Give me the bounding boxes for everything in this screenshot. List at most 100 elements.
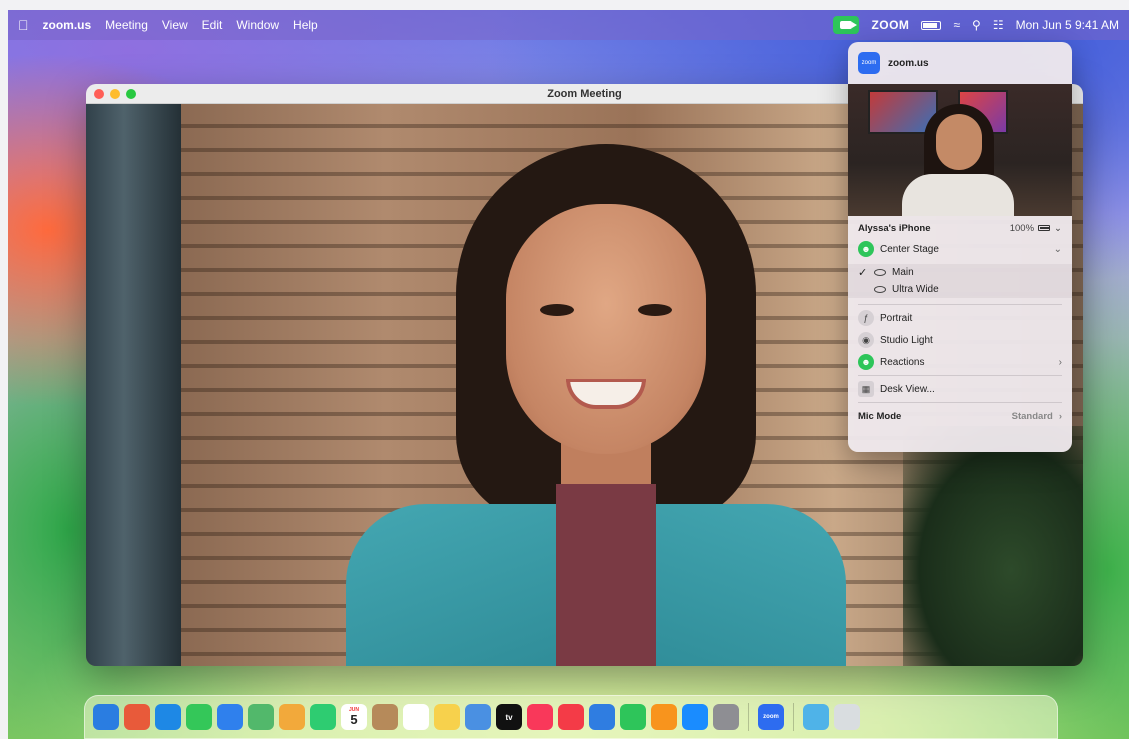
participant-smile xyxy=(566,379,646,409)
dock-news-icon[interactable] xyxy=(558,704,584,730)
chevron-down-icon[interactable]: ⌄ xyxy=(1054,223,1062,234)
lens-label-main: Main xyxy=(892,267,914,278)
menu-edit[interactable]: Edit xyxy=(202,18,223,32)
menu-divider xyxy=(858,402,1062,403)
participant-video xyxy=(326,144,866,666)
dock-app-store-icon[interactable] xyxy=(682,704,708,730)
desk-view-icon: ▦ xyxy=(858,381,874,397)
menu-bar-status-area: ZOOM ≈ ⚲ ☷ Mon Jun 5 9:41 AM xyxy=(833,16,1119,34)
spotlight-search-icon[interactable]: ⚲ xyxy=(972,18,981,32)
device-battery-icon xyxy=(1038,225,1051,231)
center-stage-icon: ☻ xyxy=(858,241,874,257)
chevron-right-icon[interactable]: › xyxy=(1059,357,1062,368)
apple-icon[interactable]:  xyxy=(18,17,29,33)
panel-app-name: zoom.us xyxy=(888,57,929,69)
device-status: 100% ⌄ xyxy=(1010,223,1062,234)
close-button[interactable] xyxy=(94,88,104,99)
dock-facetime-icon[interactable] xyxy=(310,704,336,730)
chevron-right-icon[interactable]: › xyxy=(1059,411,1062,422)
lens-option-main[interactable]: ✓ Main xyxy=(848,264,1072,281)
background-curtain xyxy=(86,104,181,666)
mic-mode-value: Standard › xyxy=(1012,411,1062,422)
fullscreen-button[interactable] xyxy=(126,88,136,99)
desk-view-label: Desk View... xyxy=(880,383,935,395)
camera-in-use-icon[interactable] xyxy=(833,16,860,34)
menu-app-name[interactable]: zoom.us xyxy=(43,18,92,32)
window-controls xyxy=(94,88,136,99)
device-row[interactable]: Alyssa's iPhone 100% ⌄ xyxy=(848,218,1072,238)
lens-icon xyxy=(874,286,886,293)
portrait-row[interactable]: ƒ Portrait xyxy=(848,307,1072,329)
dock-pages-icon[interactable] xyxy=(651,704,677,730)
zoom-status-item[interactable]: ZOOM xyxy=(871,18,909,32)
participant-eye-right xyxy=(638,304,672,316)
desk-view-row[interactable]: ▦ Desk View... xyxy=(848,378,1072,400)
dock-maps-icon[interactable] xyxy=(248,704,274,730)
dock-trash-icon[interactable] xyxy=(834,704,860,730)
dock-notes-icon[interactable] xyxy=(434,704,460,730)
device-battery-percent: 100% xyxy=(1009,222,1035,234)
dock-finder-icon[interactable] xyxy=(93,704,119,730)
participant-jacket-left xyxy=(346,504,586,666)
studio-light-label: Studio Light xyxy=(880,334,933,346)
dock-tv-icon[interactable]: tv xyxy=(496,704,522,730)
video-effects-menu: zoom zoom.us Alyssa's iPhone 100% ⌄ ☻ Ce… xyxy=(848,42,1072,452)
dock-separator xyxy=(793,703,794,731)
zoom-dock-label: zoom xyxy=(763,714,779,720)
mic-mode-row[interactable]: Mic Mode Standard › xyxy=(848,405,1072,427)
menu-view[interactable]: View xyxy=(162,18,188,32)
dock-numbers-icon[interactable] xyxy=(620,704,646,730)
menu-divider xyxy=(858,375,1062,376)
studio-light-icon: ◉ xyxy=(858,332,874,348)
wifi-icon[interactable]: ≈ xyxy=(953,18,960,32)
tv-label: tv xyxy=(505,712,513,722)
dock-calendar-icon[interactable]: JUN 5 xyxy=(341,704,367,730)
menu-bar:  zoom.us Meeting View Edit Window Help … xyxy=(8,10,1129,40)
checkmark-icon: ✓ xyxy=(858,267,868,279)
background-plant xyxy=(903,426,1083,666)
preview-person-body xyxy=(902,174,1014,216)
camera-preview xyxy=(848,84,1072,216)
zoom-app-icon: zoom xyxy=(858,52,880,74)
dock-system-settings-icon[interactable] xyxy=(713,704,739,730)
device-name: Alyssa's iPhone xyxy=(858,222,931,234)
dock-messages-icon[interactable] xyxy=(186,704,212,730)
dock-contacts-icon[interactable] xyxy=(372,704,398,730)
dock-separator xyxy=(748,703,749,731)
minimize-button[interactable] xyxy=(110,88,120,99)
dock-launchpad-icon[interactable] xyxy=(124,704,150,730)
dock-photos-icon[interactable] xyxy=(279,704,305,730)
dock-reminders-icon[interactable] xyxy=(403,704,429,730)
mic-mode-label: Mic Mode xyxy=(858,410,902,422)
battery-icon[interactable] xyxy=(921,20,942,30)
dock-downloads-folder-icon[interactable] xyxy=(803,704,829,730)
reactions-row[interactable]: ☻ Reactions › xyxy=(848,351,1072,373)
dock: JUN 5 tv zoom xyxy=(84,695,1058,739)
preview-person-face xyxy=(936,114,982,170)
menu-bar-clock[interactable]: Mon Jun 5 9:41 AM xyxy=(1016,18,1119,32)
dock-keynote-icon[interactable] xyxy=(589,704,615,730)
dock-mail-icon[interactable] xyxy=(217,704,243,730)
participant-eye-left xyxy=(540,304,574,316)
reactions-icon: ☻ xyxy=(858,354,874,370)
center-stage-row[interactable]: ☻ Center Stage ⌄ xyxy=(848,238,1072,260)
reactions-label: Reactions xyxy=(880,356,925,368)
dock-safari-icon[interactable] xyxy=(155,704,181,730)
menu-divider xyxy=(858,304,1062,305)
control-center-icon[interactable]: ☷ xyxy=(993,18,1004,32)
participant-face xyxy=(506,204,706,454)
participant-shirt xyxy=(556,484,656,666)
chevron-down-icon[interactable]: ⌄ xyxy=(1054,244,1062,255)
lens-option-ultra-wide[interactable]: Ultra Wide xyxy=(848,281,1072,298)
menu-help[interactable]: Help xyxy=(293,18,318,32)
mic-mode-current: Standard xyxy=(1011,410,1053,422)
menu-window[interactable]: Window xyxy=(236,18,279,32)
dock-zoom-icon[interactable]: zoom xyxy=(758,704,784,730)
menu-meeting[interactable]: Meeting xyxy=(105,18,148,32)
lens-icon xyxy=(874,269,886,276)
lens-label-ultra-wide: Ultra Wide xyxy=(892,284,939,295)
dock-music-icon[interactable] xyxy=(527,704,553,730)
dock-freeform-icon[interactable] xyxy=(465,704,491,730)
portrait-f-icon: ƒ xyxy=(858,310,874,326)
studio-light-row[interactable]: ◉ Studio Light xyxy=(848,329,1072,351)
